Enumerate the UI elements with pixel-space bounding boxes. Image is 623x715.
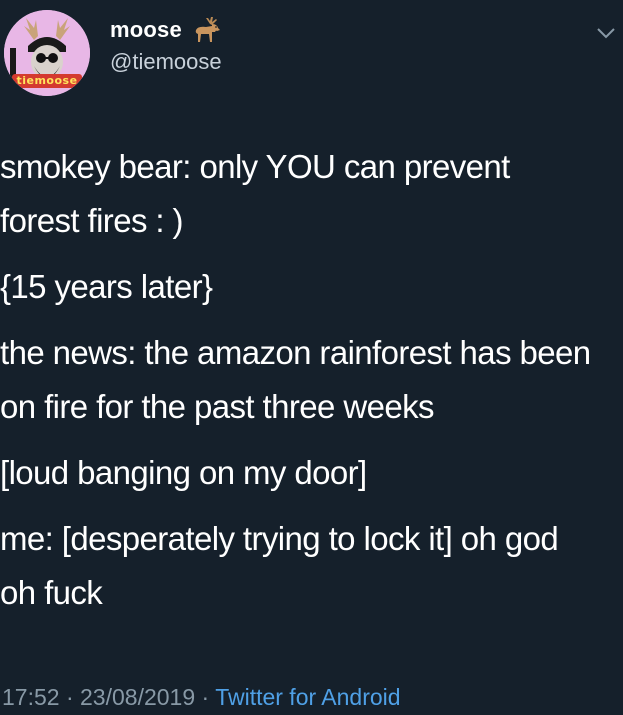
deer-icon xyxy=(195,17,220,42)
avatar[interactable]: tiemoose xyxy=(4,10,90,96)
tweet-paragraph: [loud banging on my door] xyxy=(0,454,367,491)
display-name[interactable]: moose xyxy=(110,17,182,43)
tweet-paragraph: me: [desperately trying to lock it] oh g… xyxy=(0,520,567,611)
author-name-row[interactable]: moose xyxy=(110,16,224,44)
chevron-down-icon[interactable] xyxy=(596,26,616,40)
tweet-paragraph: the news: the amazon rainforest has been… xyxy=(0,334,600,425)
tweet-meta: 17:52 · 23/08/2019 · Twitter for Android xyxy=(2,682,401,712)
tweet-source-link[interactable]: Twitter for Android xyxy=(215,684,400,710)
avatar-caption: tiemoose xyxy=(16,74,78,87)
meta-separator: · xyxy=(201,684,210,710)
meta-separator: · xyxy=(65,684,74,710)
tweet-date[interactable]: 23/08/2019 xyxy=(80,684,195,710)
tweet-paragraph: smokey bear: only YOU can prevent forest… xyxy=(0,148,519,239)
tweet-text: smokey bear: only YOU can prevent forest… xyxy=(0,140,618,620)
author-handle[interactable]: @tiemoose xyxy=(110,48,222,76)
tweet-time[interactable]: 17:52 xyxy=(2,684,60,710)
tweet-paragraph: {15 years later} xyxy=(0,268,213,305)
